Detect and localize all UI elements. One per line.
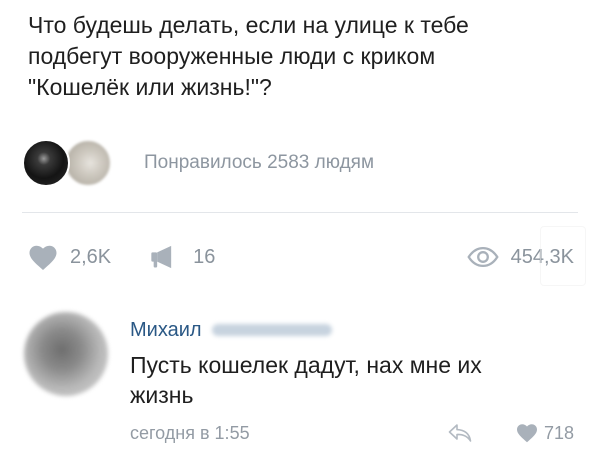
comment-text-line: жизнь	[130, 382, 194, 408]
comment-like-count: 718	[543, 422, 574, 443]
reply-arrow-icon	[448, 424, 472, 442]
post-text-line: Что будешь делать, если на улице к тебе	[28, 12, 469, 38]
liker-avatar[interactable]	[22, 139, 70, 187]
divider	[22, 212, 578, 213]
eye-icon	[466, 246, 499, 268]
watermark-logo	[540, 226, 586, 286]
comment-text-line: Пусть кошелек дадут, нах мне их	[130, 352, 482, 378]
post-stats-bar: 2,6K 16 454,3K	[28, 240, 574, 274]
liker-avatars[interactable]	[22, 139, 124, 187]
comment: Михаил Пусть кошелек дадут, нах мне их ж…	[0, 306, 600, 458]
megaphone-icon	[149, 244, 177, 270]
blurred-surname	[211, 324, 332, 336]
likers-label[interactable]: Понравилось 2583 людям	[144, 152, 374, 174]
reply-button[interactable]	[448, 424, 472, 442]
repost-count: 16	[193, 245, 216, 268]
comment-author-row: Михаил	[130, 316, 332, 344]
post-text-line: подбегут вооруженные люди с криком	[28, 43, 436, 69]
likers-row[interactable]: Понравилось 2583 людям	[22, 138, 374, 188]
liker-avatar[interactable]	[64, 139, 112, 187]
repost-button[interactable]: 16	[149, 244, 215, 270]
comment-author-link[interactable]: Михаил	[130, 319, 202, 342]
post-text: Что будешь делать, если на улице к тебе …	[28, 10, 588, 103]
comment-footer: сегодня в 1:55 718	[130, 420, 574, 446]
avatar[interactable]	[24, 312, 108, 396]
comment-like-button[interactable]: 718	[516, 423, 574, 444]
post-text-line: "Кошелёк или жизнь!"?	[28, 74, 272, 100]
comment-timestamp[interactable]: сегодня в 1:55	[130, 423, 250, 444]
like-button[interactable]: 2,6K	[28, 244, 111, 271]
like-count: 2,6K	[70, 245, 112, 268]
heart-icon	[516, 423, 538, 443]
heart-icon	[28, 244, 58, 271]
comment-text: Пусть кошелек дадут, нах мне их жизнь	[130, 350, 570, 410]
